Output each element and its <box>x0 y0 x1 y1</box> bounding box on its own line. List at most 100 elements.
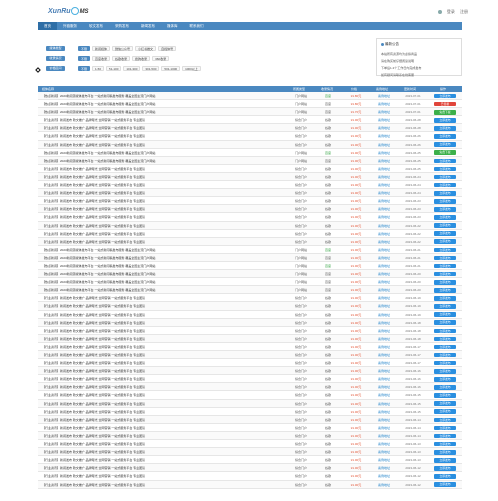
case-link[interactable]: 案例地址 <box>369 262 399 270</box>
action-button[interactable]: 已售罄 <box>434 101 456 107</box>
media-title[interactable]: 【行业资讯】新闻发布 软文推广 品牌曝光 全网营销 一站式服务平台 专业团队 <box>42 375 277 383</box>
login-link[interactable]: 登录 <box>447 9 455 14</box>
case-link[interactable]: 案例地址 <box>369 311 399 319</box>
media-title[interactable]: 【行业资讯】新闻发布 软文推广 品牌曝光 全网营销 一站式服务平台 专业团队 <box>42 416 277 424</box>
action-button[interactable]: 立即发布 <box>434 215 456 220</box>
action-button[interactable]: 立即发布 <box>434 458 456 463</box>
filter-option[interactable]: 360收录 <box>152 56 170 61</box>
case-link[interactable]: 案例地址 <box>369 408 399 416</box>
action-button[interactable]: 立即发布 <box>434 441 456 447</box>
media-title[interactable]: 【热点新闻】2023新闻源媒体发布平台 一站式新闻稿发布服务 覆盖全国主流门户网… <box>42 157 277 165</box>
action-button[interactable]: 立即发布 <box>434 118 456 123</box>
filter-option[interactable]: 101-300 <box>123 66 141 71</box>
media-title[interactable]: 【行业资讯】新闻发布 软文推广 品牌曝光 全网营销 一站式服务平台 专业团队 <box>42 408 277 416</box>
media-title[interactable]: 【热点新闻】2023新闻源媒体发布平台 一站式新闻稿发布服务 覆盖全国主流门户网… <box>42 262 277 270</box>
case-link[interactable]: 案例地址 <box>369 440 399 448</box>
media-title[interactable]: 【行业资讯】新闻发布 软文推广 品牌曝光 全网营销 一站式服务平台 专业团队 <box>42 230 277 238</box>
case-link[interactable]: 案例地址 <box>369 351 399 359</box>
case-link[interactable]: 案例地址 <box>369 222 399 230</box>
filter-option[interactable]: 不限 <box>78 66 91 71</box>
case-link[interactable]: 案例地址 <box>369 294 399 302</box>
media-title[interactable]: 【行业资讯】新闻发布 软文推广 品牌曝光 全网营销 一站式服务平台 专业团队 <box>42 222 277 230</box>
action-button[interactable]: 免费下载 <box>434 150 456 156</box>
action-button[interactable]: 立即发布 <box>434 393 456 398</box>
action-button[interactable]: 立即发布 <box>434 142 456 147</box>
case-link[interactable]: 案例地址 <box>369 327 399 335</box>
case-link[interactable]: 案例地址 <box>369 400 399 408</box>
filter-option[interactable]: 小红书推文 <box>135 46 157 51</box>
action-button[interactable]: 立即发布 <box>434 190 456 196</box>
filter-option[interactable]: 百度收录 <box>92 56 111 61</box>
action-button[interactable]: 立即发布 <box>434 207 456 212</box>
register-link[interactable]: 注册 <box>460 9 468 14</box>
media-title[interactable]: 【行业资讯】新闻发布 软文推广 品牌曝光 全网营销 一站式服务平台 专业团队 <box>42 173 277 181</box>
notice-item[interactable]: 请在购买前仔细阅读说明 <box>381 58 457 65</box>
action-button[interactable]: 立即发布 <box>434 425 456 431</box>
case-link[interactable]: 案例地址 <box>369 92 399 100</box>
case-link[interactable]: 案例地址 <box>369 432 399 440</box>
media-title[interactable]: 【热点新闻】2023新闻源媒体发布平台 一站式新闻稿发布服务 覆盖全国主流门户网… <box>42 278 277 286</box>
media-title[interactable]: 【行业资讯】新闻发布 软文推广 品牌曝光 全网营销 一站式服务平台 专业团队 <box>42 383 277 391</box>
nav-item[interactable]: 联系我们 <box>184 22 210 30</box>
media-title[interactable]: 【行业资讯】新闻发布 软文推广 品牌曝光 全网营销 一站式服务平台 专业团队 <box>42 424 277 432</box>
case-link[interactable]: 案例地址 <box>369 100 399 108</box>
action-button[interactable]: 立即发布 <box>434 134 456 139</box>
case-link[interactable]: 案例地址 <box>369 246 399 254</box>
media-title[interactable]: 【行业资讯】新闻发布 软文推广 品牌曝光 全网营销 一站式服务平台 专业团队 <box>42 132 277 140</box>
media-title[interactable]: 【行业资讯】新闻发布 软文推广 品牌曝光 全网营销 一站式服务平台 专业团队 <box>42 197 277 205</box>
filter-option[interactable]: 微信公众号 <box>112 46 134 51</box>
media-title[interactable]: 【热点新闻】2023新闻源媒体发布平台 一站式新闻稿发布服务 覆盖全国主流门户网… <box>42 108 277 116</box>
media-title[interactable]: 【行业资讯】新闻发布 软文推广 品牌曝光 全网营销 一站式服务平台 专业团队 <box>42 432 277 440</box>
case-link[interactable]: 案例地址 <box>369 181 399 189</box>
media-title[interactable]: 【行业资讯】新闻发布 软文推广 品牌曝光 全网营销 一站式服务平台 专业团队 <box>42 456 277 464</box>
media-title[interactable]: 【行业资讯】新闻发布 软文推广 品牌曝光 全网营销 一站式服务平台 专业团队 <box>42 472 277 480</box>
media-title[interactable]: 【热点新闻】2023新闻源媒体发布平台 一站式新闻稿发布服务 覆盖全国主流门户网… <box>42 100 277 108</box>
filter-option[interactable]: 不限 <box>78 46 91 51</box>
action-button[interactable]: 立即发布 <box>434 174 456 180</box>
case-link[interactable]: 案例地址 <box>369 302 399 310</box>
action-button[interactable]: 立即发布 <box>434 401 456 406</box>
action-button[interactable]: 立即发布 <box>434 482 456 487</box>
filter-option[interactable]: 搜狗收录 <box>132 56 151 61</box>
case-link[interactable]: 案例地址 <box>369 456 399 464</box>
case-link[interactable]: 案例地址 <box>369 132 399 140</box>
action-button[interactable]: 立即发布 <box>434 328 456 334</box>
filter-option[interactable]: 51-100 <box>106 66 122 71</box>
media-title[interactable]: 【行业资讯】新闻发布 软文推广 品牌曝光 全网营销 一站式服务平台 专业团队 <box>42 367 277 375</box>
nav-item[interactable]: 软文发布 <box>83 22 109 30</box>
media-title[interactable]: 【热点新闻】2023新闻源媒体发布平台 一站式新闻稿发布服务 覆盖全国主流门户网… <box>42 286 277 294</box>
site-logo[interactable]: XunRu MS <box>48 7 89 15</box>
filter-option[interactable]: 301-500 <box>142 66 160 71</box>
case-link[interactable]: 案例地址 <box>369 157 399 165</box>
media-title[interactable]: 【行业资讯】新闻发布 软文推广 品牌曝光 全网营销 一站式服务平台 专业团队 <box>42 319 277 327</box>
media-title[interactable]: 【行业资讯】新闻发布 软文推广 品牌曝光 全网营销 一站式服务平台 专业团队 <box>42 351 277 359</box>
filter-option[interactable]: 1-50 <box>92 66 105 71</box>
action-button[interactable]: 立即发布 <box>434 279 456 285</box>
media-title[interactable]: 【行业资讯】新闻发布 软文推广 品牌曝光 全网营销 一站式服务平台 专业团队 <box>42 311 277 319</box>
media-title[interactable]: 【行业资讯】新闻发布 软文推广 品牌曝光 全网营销 一站式服务平台 专业团队 <box>42 391 277 399</box>
filter-option[interactable]: 谷歌收录 <box>112 56 131 61</box>
media-title[interactable]: 【行业资讯】新闻发布 软文推广 品牌曝光 全网营销 一站式服务平台 专业团队 <box>42 205 277 213</box>
media-title[interactable]: 【行业资讯】新闻发布 软文推广 品牌曝光 全网营销 一站式服务平台 专业团队 <box>42 181 277 189</box>
action-button[interactable]: 立即发布 <box>434 344 456 350</box>
action-button[interactable]: 立即发布 <box>434 433 456 439</box>
action-button[interactable]: 立即发布 <box>434 126 456 131</box>
filter-option[interactable]: 不限 <box>78 56 91 61</box>
case-link[interactable]: 案例地址 <box>369 335 399 343</box>
media-title[interactable]: 【行业资讯】新闻发布 软文推广 品牌曝光 全网营销 一站式服务平台 专业团队 <box>42 448 277 456</box>
case-link[interactable]: 案例地址 <box>369 278 399 286</box>
media-title[interactable]: 【热点新闻】2023新闻源媒体发布平台 一站式新闻稿发布服务 覆盖全国主流门户网… <box>42 149 277 157</box>
case-link[interactable]: 案例地址 <box>369 116 399 124</box>
media-title[interactable]: 【行业资讯】新闻发布 软文推广 品牌曝光 全网营销 一站式服务平台 专业团队 <box>42 165 277 173</box>
case-link[interactable]: 案例地址 <box>369 472 399 480</box>
case-link[interactable]: 案例地址 <box>369 173 399 181</box>
nav-item[interactable]: 新闻发布 <box>135 22 161 30</box>
media-title[interactable]: 【行业资讯】新闻发布 软文推广 品牌曝光 全网营销 一站式服务平台 专业团队 <box>42 327 277 335</box>
case-link[interactable]: 案例地址 <box>369 205 399 213</box>
media-title[interactable]: 【行业资讯】新闻发布 软文推广 品牌曝光 全网营销 一站式服务平台 专业团队 <box>42 343 277 351</box>
action-button[interactable]: 立即发布 <box>434 360 456 366</box>
filter-option[interactable]: 1000以上 <box>182 66 201 71</box>
case-link[interactable]: 案例地址 <box>369 270 399 278</box>
action-button[interactable]: 免费下载 <box>434 109 456 115</box>
media-title[interactable]: 【行业资讯】新闻发布 软文推广 品牌曝光 全网营销 一站式服务平台 专业团队 <box>42 124 277 132</box>
